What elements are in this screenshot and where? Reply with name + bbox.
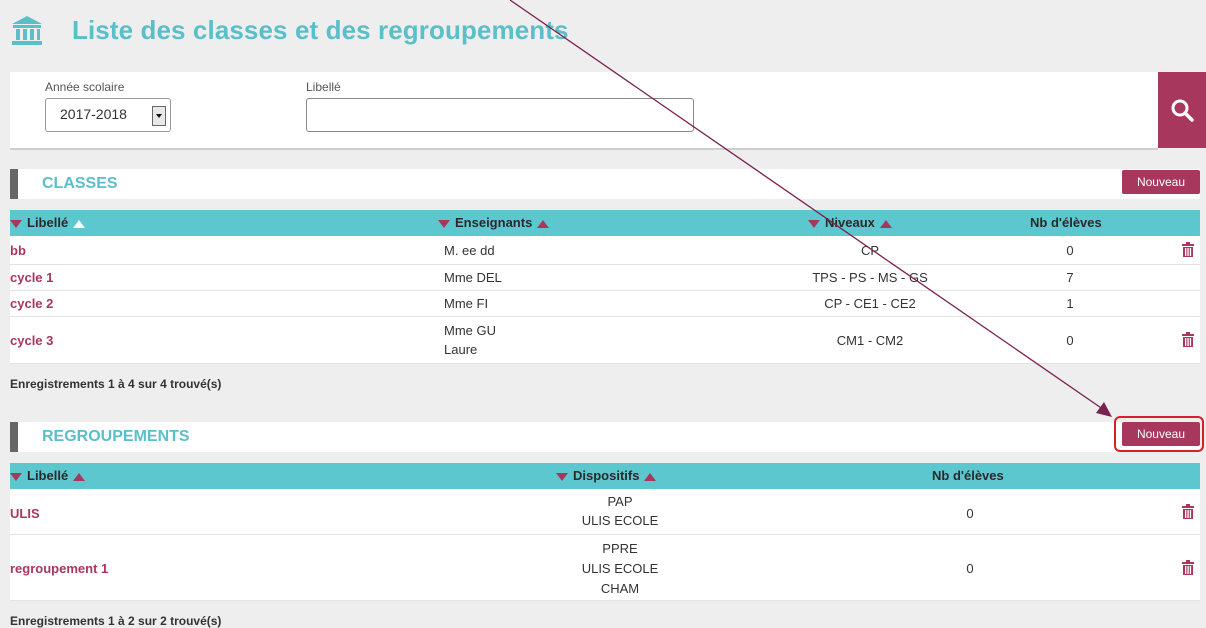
annotation-arrow bbox=[509, 0, 1112, 417]
